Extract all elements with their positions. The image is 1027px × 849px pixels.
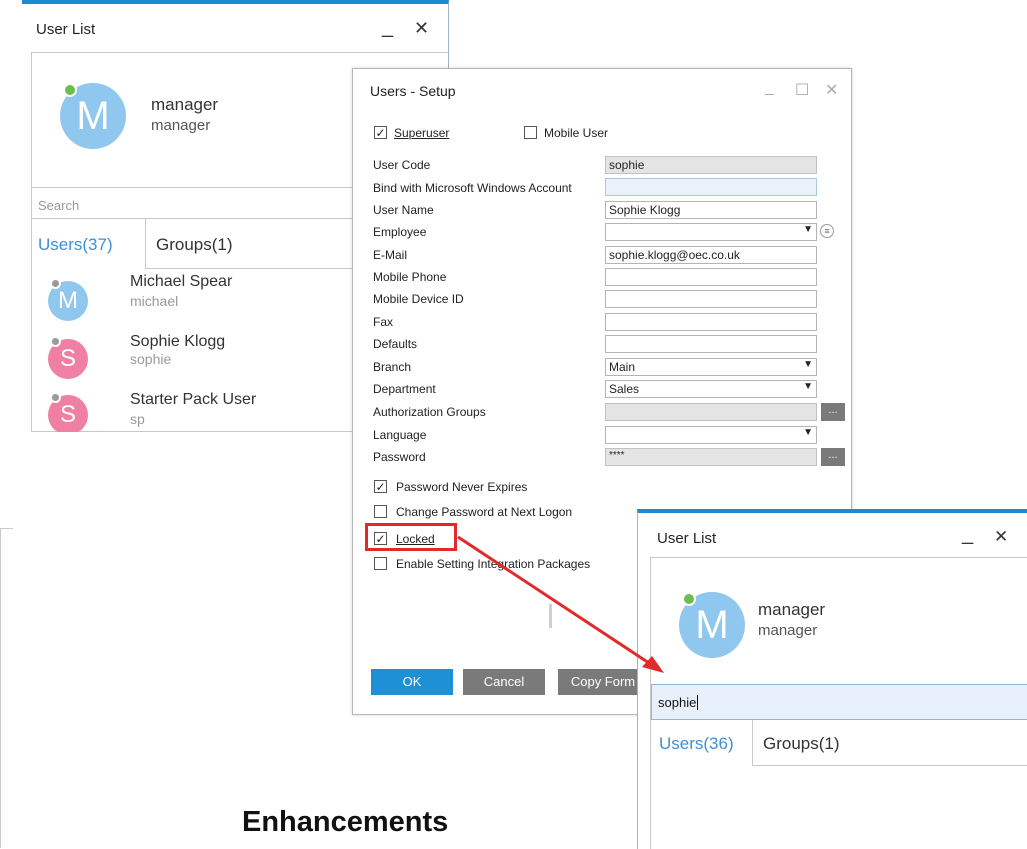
tab-users[interactable]: Users(37) bbox=[32, 219, 146, 269]
current-user-name: manager bbox=[151, 95, 219, 114]
department-value: Sales bbox=[609, 382, 640, 396]
enable-integration-checkbox[interactable] bbox=[374, 557, 387, 570]
dropdown-arrow-icon: ▼ bbox=[803, 427, 813, 438]
search-value: sophie bbox=[658, 695, 697, 710]
label-employee: Employee bbox=[373, 225, 427, 239]
window-title: User List bbox=[657, 530, 717, 547]
department-dropdown[interactable]: Sales ▼ bbox=[605, 380, 817, 398]
password-never-expires-label: Password Never Expires bbox=[396, 480, 528, 494]
maximize-button[interactable]: ☐ bbox=[795, 80, 809, 100]
mobile-user-checkbox[interactable] bbox=[524, 126, 537, 139]
superuser-label: Superuser bbox=[394, 126, 450, 140]
label-branch: Branch bbox=[373, 360, 412, 374]
current-user-code: manager bbox=[151, 117, 211, 134]
user-name: Starter Pack User bbox=[130, 391, 257, 408]
user-list-window-right: User List _ ✕ M manager manager sophie U… bbox=[637, 509, 1027, 849]
close-button[interactable]: ✕ bbox=[414, 18, 429, 39]
change-password-label: Change Password at Next Logon bbox=[396, 505, 573, 519]
close-button[interactable]: ✕ bbox=[994, 527, 1008, 547]
label-mobile-device: Mobile Device ID bbox=[373, 292, 464, 306]
mobile-phone-field[interactable] bbox=[605, 268, 817, 286]
label-email: E-Mail bbox=[373, 248, 408, 262]
status-icon bbox=[50, 336, 61, 347]
minimize-button[interactable]: _ bbox=[962, 523, 973, 546]
status-icon bbox=[50, 278, 61, 289]
password-field[interactable]: **** bbox=[605, 448, 817, 466]
user-code: sp bbox=[130, 411, 145, 427]
fax-field[interactable] bbox=[605, 313, 817, 331]
password-never-expires-checkbox[interactable]: ✓ bbox=[374, 480, 387, 493]
tab-groups[interactable]: Groups(1) bbox=[753, 720, 1027, 766]
dropdown-arrow-icon: ▼ bbox=[803, 224, 813, 235]
mobile-device-field[interactable] bbox=[605, 290, 817, 308]
bind-windows-field[interactable] bbox=[605, 178, 817, 196]
label-auth-groups: Authorization Groups bbox=[373, 405, 486, 419]
enable-integration-label: Enable Setting Integration Packages bbox=[396, 557, 591, 571]
ok-button[interactable]: OK bbox=[371, 669, 453, 695]
branch-dropdown[interactable]: Main ▼ bbox=[605, 358, 817, 376]
copy-form-button[interactable]: Copy Form bbox=[558, 669, 648, 695]
user-name: Michael Spear bbox=[130, 273, 233, 290]
user-code-field[interactable]: sophie bbox=[605, 156, 817, 174]
employee-dropdown[interactable]: ▼ bbox=[605, 223, 817, 241]
minimize-button[interactable]: _ bbox=[382, 16, 393, 39]
label-bind-windows: Bind with Microsoft Windows Account bbox=[373, 181, 572, 195]
language-dropdown[interactable]: ▼ bbox=[605, 426, 817, 444]
auth-groups-field[interactable] bbox=[605, 403, 817, 421]
user-name: Sophie Klogg bbox=[130, 333, 226, 350]
label-user-code: User Code bbox=[373, 158, 431, 172]
auth-groups-browse-button[interactable]: ... bbox=[821, 403, 845, 421]
dropdown-arrow-icon: ▼ bbox=[803, 381, 813, 392]
online-status-icon bbox=[63, 83, 77, 97]
user-name-field[interactable]: Sophie Klogg bbox=[605, 201, 817, 219]
cancel-button[interactable]: Cancel bbox=[463, 669, 545, 695]
current-user-name: manager bbox=[758, 600, 826, 619]
text-cursor bbox=[697, 695, 699, 710]
user-list-panel: M manager manager sophie Users(36) Group… bbox=[650, 557, 1027, 849]
label-user-name: User Name bbox=[373, 203, 434, 217]
tab-users[interactable]: Users(36) bbox=[651, 720, 753, 766]
defaults-field[interactable] bbox=[605, 335, 817, 353]
current-user-code: manager bbox=[758, 622, 818, 639]
user-code: michael bbox=[130, 293, 179, 309]
minimize-button[interactable]: _ bbox=[765, 79, 774, 97]
background-window-edge bbox=[0, 528, 13, 848]
user-code: sophie bbox=[130, 351, 172, 367]
label-mobile-phone: Mobile Phone bbox=[373, 270, 447, 284]
enhancements-heading: Enhancements bbox=[242, 806, 449, 838]
change-password-checkbox[interactable] bbox=[374, 505, 387, 518]
window-title: User List bbox=[36, 21, 96, 38]
close-button[interactable]: ✕ bbox=[825, 80, 838, 100]
list-icon[interactable]: ≡ bbox=[820, 224, 834, 238]
label-password: Password bbox=[373, 450, 426, 464]
mobile-user-label: Mobile User bbox=[544, 126, 609, 140]
search-input[interactable]: sophie bbox=[651, 684, 1027, 720]
scroll-indicator bbox=[549, 604, 552, 628]
dropdown-arrow-icon: ▼ bbox=[803, 359, 813, 370]
dialog-title: Users - Setup bbox=[370, 83, 456, 99]
label-defaults: Defaults bbox=[373, 337, 418, 351]
email-field[interactable]: sophie.klogg@oec.co.uk bbox=[605, 246, 817, 264]
superuser-checkbox[interactable]: ✓ bbox=[374, 126, 387, 139]
label-fax: Fax bbox=[373, 315, 394, 329]
online-status-icon bbox=[682, 592, 696, 606]
label-department: Department bbox=[373, 382, 436, 396]
locked-highlight-box bbox=[365, 523, 457, 551]
password-browse-button[interactable]: ... bbox=[821, 448, 845, 466]
status-icon bbox=[50, 392, 61, 403]
branch-value: Main bbox=[609, 360, 636, 374]
label-language: Language bbox=[373, 428, 427, 442]
